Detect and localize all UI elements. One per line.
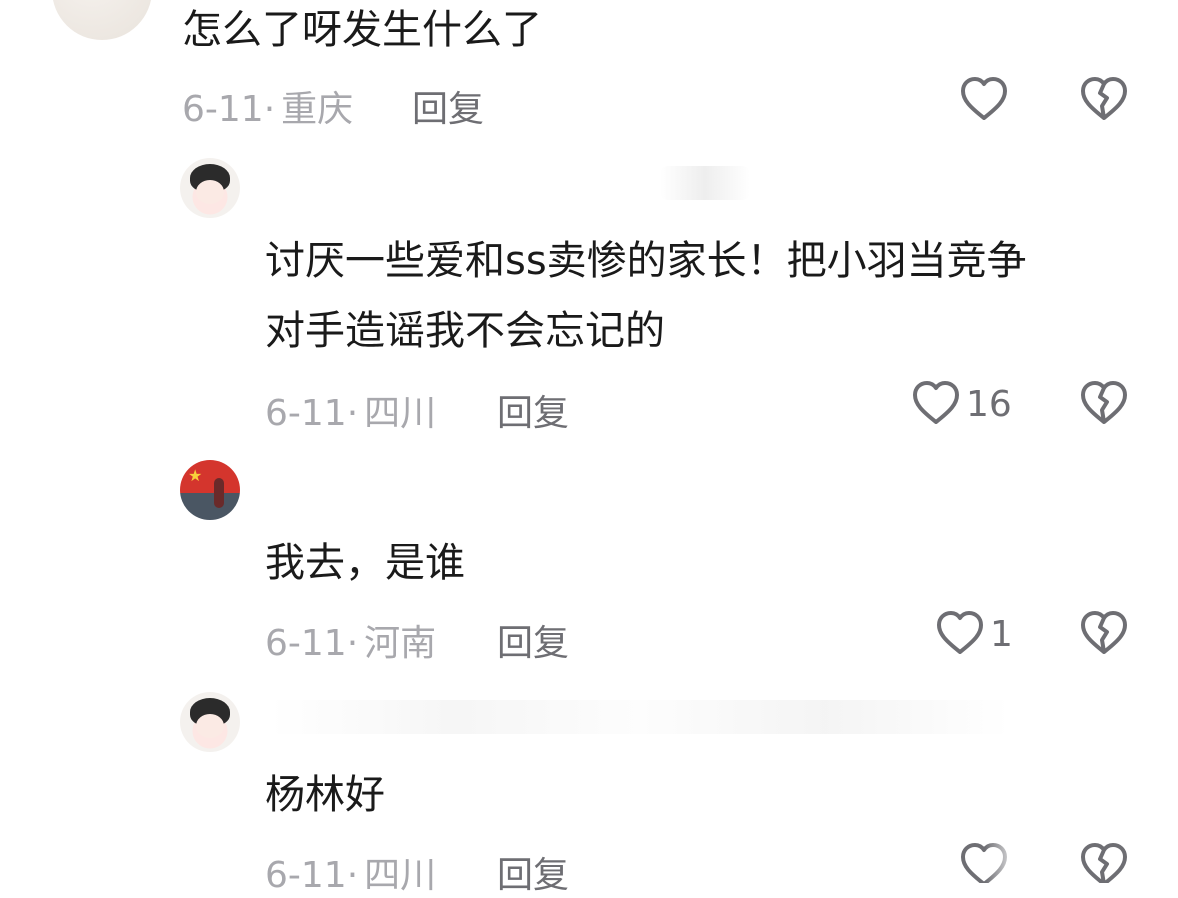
like-count: 1: [990, 614, 1013, 655]
comment-location: 重庆: [281, 89, 354, 130]
comment-location: 四川: [364, 393, 437, 434]
avatar[interactable]: [180, 158, 240, 218]
comment-date: 6-11: [265, 855, 347, 896]
comment-text: 我去，是谁: [265, 540, 465, 586]
comment-text-line: 对手造谣我不会忘记的: [265, 308, 665, 354]
like-count: 16: [966, 384, 1012, 425]
comment-text: 杨林好: [265, 772, 385, 818]
meta-separator: ·: [263, 89, 276, 130]
comment-date: 6-11: [182, 89, 264, 130]
heart-outline-icon[interactable]: [960, 76, 1008, 122]
avatar[interactable]: [52, 0, 152, 40]
avatar[interactable]: ★: [180, 460, 240, 520]
reply-button[interactable]: 回复: [497, 846, 569, 898]
avatar[interactable]: [180, 692, 240, 752]
comment-location: 四川: [364, 855, 437, 896]
comment-date: 6-11: [265, 623, 347, 664]
comment-text: 怎么了呀发生什么了: [182, 7, 542, 53]
reply-button[interactable]: 回复: [412, 80, 484, 132]
comment-location: 河南: [364, 623, 437, 664]
comment-meta: 6-11· 四川: [265, 846, 436, 898]
broken-heart-icon[interactable]: [1080, 380, 1128, 426]
reply-button[interactable]: 回复: [497, 614, 569, 666]
broken-heart-icon[interactable]: [1080, 842, 1128, 883]
username-obscured: [660, 166, 750, 200]
comment-meta: 6-11· 河南: [265, 614, 436, 666]
broken-heart-icon[interactable]: [1080, 610, 1128, 656]
heart-outline-icon[interactable]: [912, 380, 960, 426]
comment-meta: 6-11· 四川: [265, 384, 436, 436]
meta-separator: ·: [346, 855, 359, 896]
meta-separator: ·: [346, 623, 359, 664]
meta-separator: ·: [346, 393, 359, 434]
comment-text-line: 讨厌一些爱和ss卖惨的家长！把小羽当竞争: [265, 238, 1027, 284]
broken-heart-icon[interactable]: [1080, 76, 1128, 122]
username-obscured: [270, 700, 1010, 734]
reply-button[interactable]: 回复: [497, 384, 569, 436]
comment-date: 6-11: [265, 393, 347, 434]
comment-meta: 6-11· 重庆: [182, 80, 353, 132]
heart-outline-icon[interactable]: [936, 610, 984, 656]
